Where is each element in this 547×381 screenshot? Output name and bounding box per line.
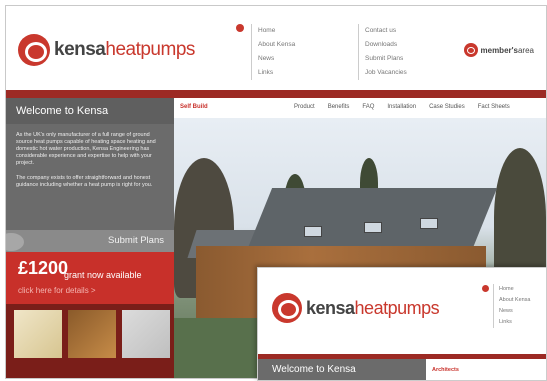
inset-logo[interactable]: kensaheatpumps: [272, 290, 440, 326]
subnav-case-studies[interactable]: Case Studies: [429, 104, 465, 110]
nav-links[interactable]: Links: [258, 66, 295, 80]
subnav-benefits[interactable]: Benefits: [328, 104, 350, 110]
site-header: kensaheatpumps Home About Kensa News Lin…: [6, 6, 546, 94]
skylight: [364, 222, 382, 233]
intro-text: As the UK's only manufacturer of a full …: [16, 132, 156, 188]
section-title: Self Build: [180, 104, 208, 110]
inset-nav: Home About Kensa News Links: [493, 284, 531, 328]
product-thumbnail[interactable]: [68, 310, 116, 358]
kensa-logo-icon: [18, 34, 50, 66]
product-thumbnail[interactable]: [122, 310, 170, 358]
nav-marker-icon: [236, 24, 244, 32]
nav-job-vacancies[interactable]: Job Vacancies: [365, 66, 407, 80]
section-subnav: Self Build Product Benefits FAQ Installa…: [174, 98, 546, 118]
subnav-fact-sheets[interactable]: Fact Sheets: [478, 104, 510, 110]
primary-nav-col2: Contact us Downloads Submit Plans Job Va…: [358, 24, 407, 80]
inset-nav-about[interactable]: About Kensa: [499, 295, 531, 306]
subnav-product[interactable]: Product: [294, 104, 315, 110]
nav-marker-icon: [482, 285, 489, 292]
subnav-links: Product Benefits FAQ Installation Case S…: [294, 104, 510, 110]
skylight: [420, 218, 438, 229]
members-area-link[interactable]: member's area: [463, 43, 534, 57]
subnav-installation[interactable]: Installation: [387, 104, 416, 110]
inset-nav-links[interactable]: Links: [499, 317, 531, 328]
inset-page-preview: kensaheatpumps Home About Kensa News Lin…: [257, 267, 547, 381]
submit-plans-button[interactable]: Submit Plans: [6, 230, 174, 252]
grant-text: grant now available: [64, 270, 142, 280]
site-logo[interactable]: kensaheatpumps: [18, 32, 195, 68]
nav-submit-plans[interactable]: Submit Plans: [365, 52, 407, 66]
nav-about[interactable]: About Kensa: [258, 38, 295, 52]
logo-wordmark: kensaheatpumps: [54, 39, 195, 60]
left-panel: Welcome to Kensa As the UK's only manufa…: [6, 98, 174, 378]
subnav-faq[interactable]: FAQ: [362, 104, 374, 110]
product-thumbnails: [6, 304, 174, 378]
inset-welcome-heading: Welcome to Kensa: [258, 359, 426, 380]
kensa-logo-icon: [272, 293, 302, 323]
inset-nav-news[interactable]: News: [499, 306, 531, 317]
skylight: [304, 226, 322, 237]
welcome-heading: Welcome to Kensa: [6, 98, 174, 124]
house-roof: [247, 188, 498, 248]
product-thumbnail[interactable]: [14, 310, 62, 358]
grant-amount: £1200: [18, 258, 69, 278]
nav-downloads[interactable]: Downloads: [365, 38, 407, 52]
grant-details-link[interactable]: click here for details >: [18, 286, 96, 295]
inset-section-title: Architects: [426, 359, 546, 380]
nav-contact[interactable]: Contact us: [365, 24, 407, 38]
inset-nav-home[interactable]: Home: [499, 284, 531, 295]
grant-banner[interactable]: £1200 grant now available click here for…: [6, 252, 174, 304]
nav-home[interactable]: Home: [258, 24, 295, 38]
header-divider: [6, 90, 546, 98]
primary-nav-col1: Home About Kensa News Links: [251, 24, 295, 80]
nav-news[interactable]: News: [258, 52, 295, 66]
members-logo-icon: [463, 43, 478, 57]
inset-logo-wordmark: kensaheatpumps: [306, 297, 440, 318]
